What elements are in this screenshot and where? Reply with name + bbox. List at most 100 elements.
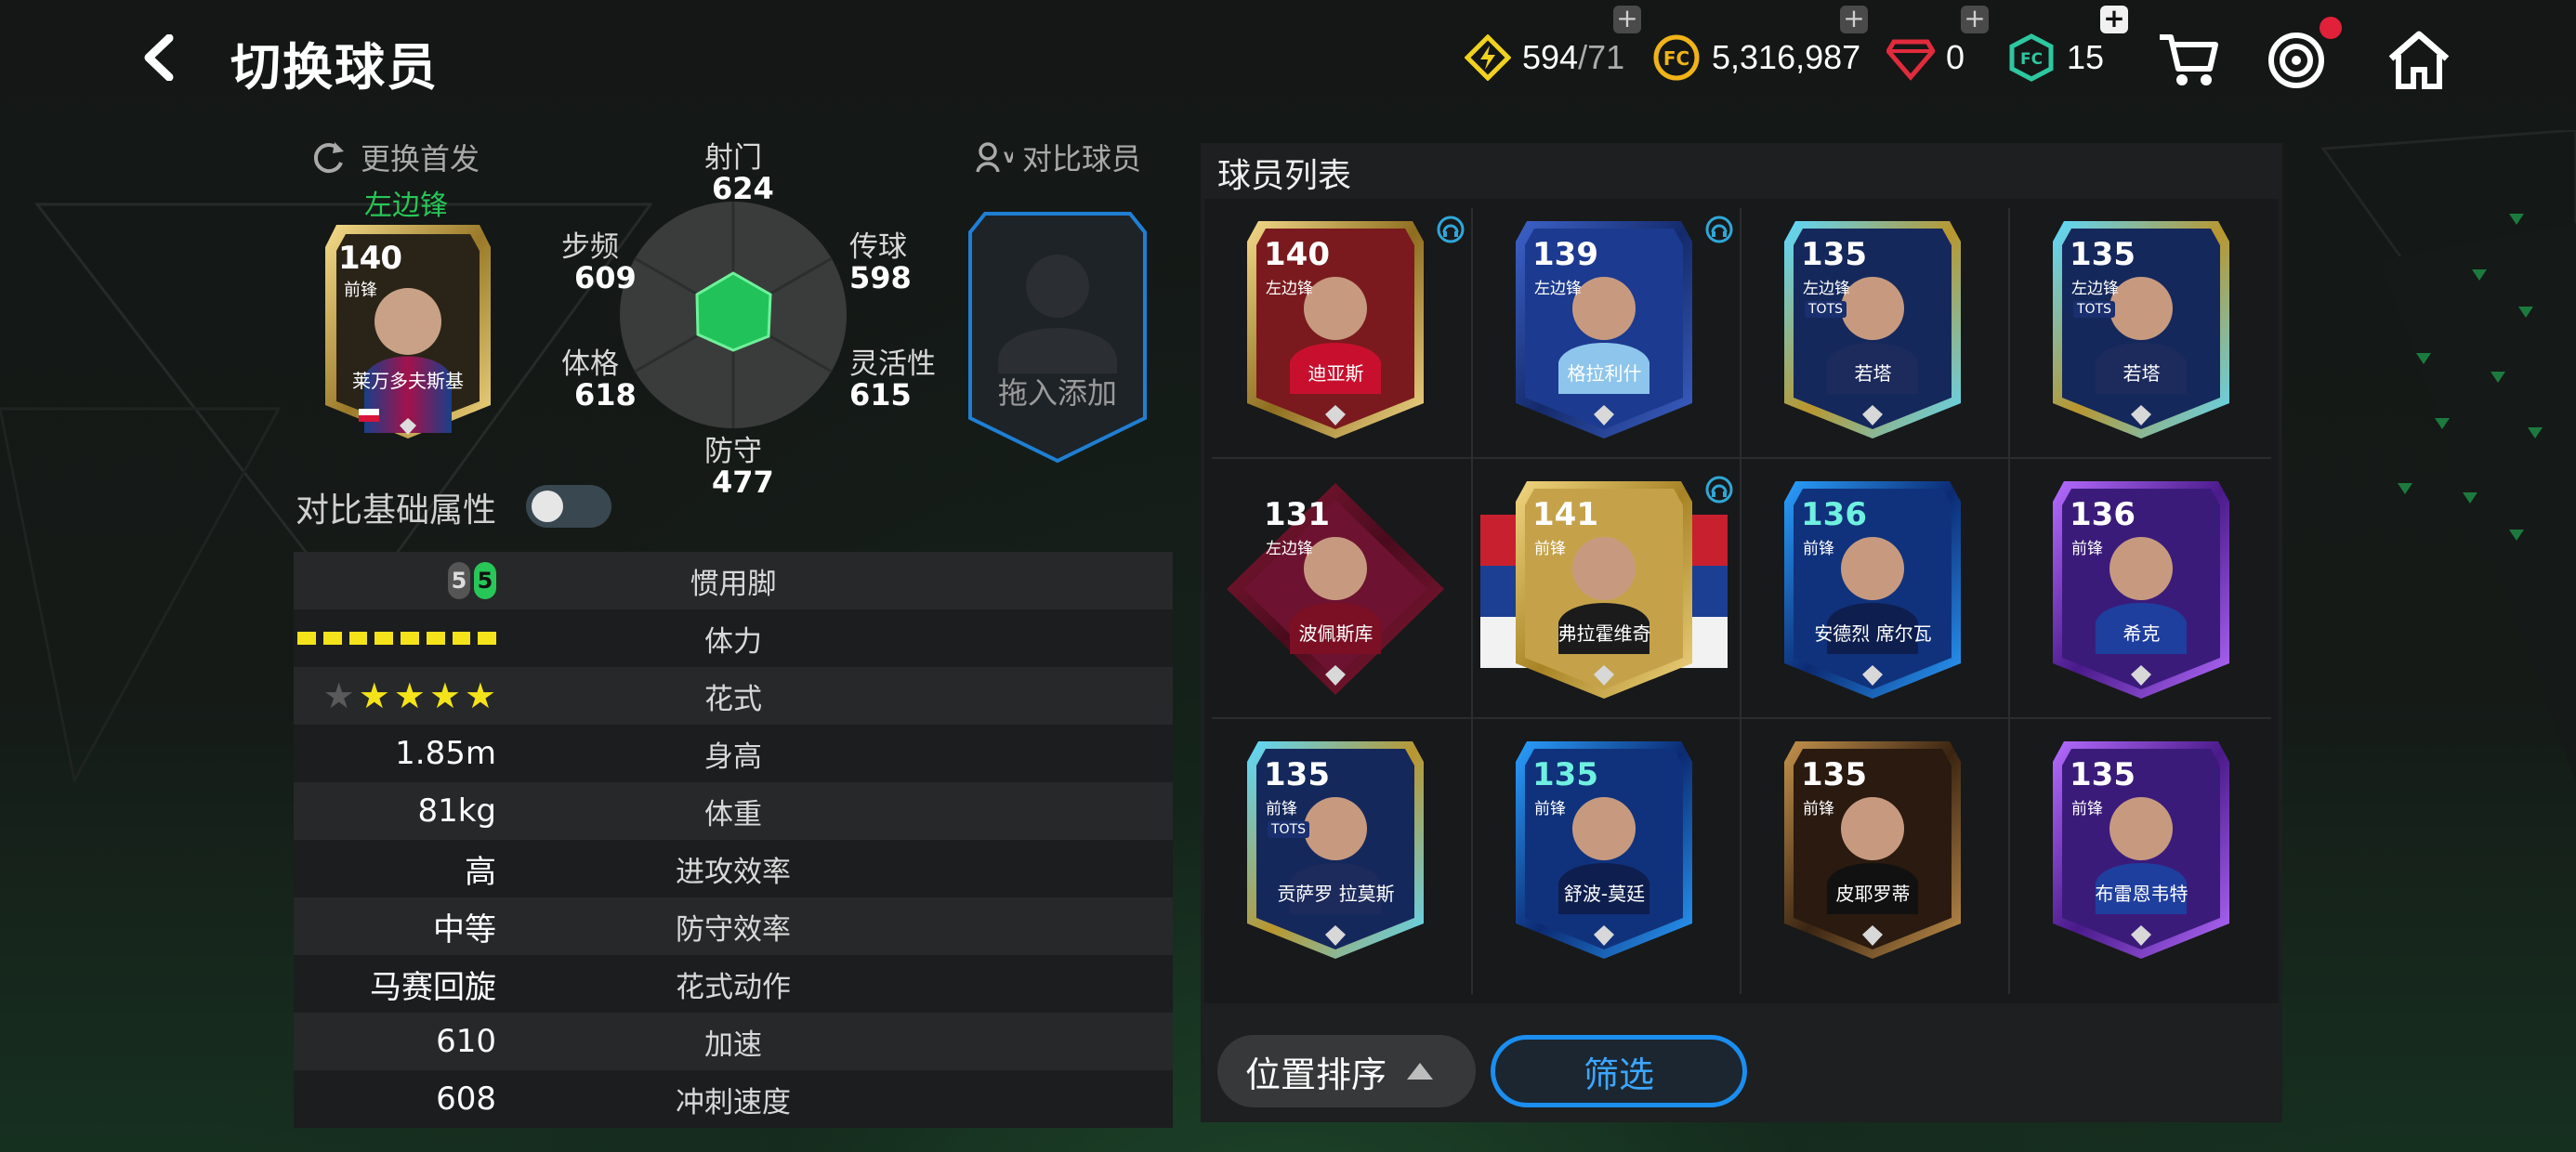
defense-label: 防守 bbox=[704, 435, 762, 468]
compare-base-attr-label: 对比基础属性 bbox=[296, 491, 497, 530]
stamina-segment bbox=[426, 632, 445, 645]
fc-points-icon: FC bbox=[2009, 33, 2054, 82]
skill-move-value: 马赛回旋 bbox=[370, 968, 496, 1006]
player-card[interactable]: 135 前锋 舒波-莫廷 bbox=[1473, 719, 1736, 977]
defense-workrate-label: 防守效率 bbox=[676, 912, 791, 947]
attr-row-height: 1.85m 身高 bbox=[294, 725, 1173, 782]
player-position: 前锋 bbox=[2071, 800, 2103, 818]
player-card[interactable]: 135 前锋 TOTS 贡萨罗 拉莫斯 bbox=[1204, 719, 1467, 977]
attr-row-attack-workrate: 高 进攻效率 bbox=[294, 840, 1173, 897]
card-frame bbox=[1784, 221, 1961, 439]
player-rating: 141 bbox=[1532, 496, 1598, 533]
card-frame bbox=[1247, 221, 1424, 439]
headphones-icon bbox=[1705, 476, 1733, 504]
gems-value: 0 bbox=[1946, 38, 1965, 76]
energy-icon bbox=[1465, 34, 1511, 81]
physical-label: 体格 bbox=[561, 347, 619, 381]
notification-dot bbox=[2320, 17, 2342, 39]
stamina-bars bbox=[294, 632, 496, 645]
filter-button[interactable]: 筛选 bbox=[1491, 1035, 1747, 1107]
attack-workrate-value: 高 bbox=[465, 853, 496, 891]
card-player-name: 莱万多夫斯基 bbox=[352, 370, 464, 392]
stamina-segment bbox=[297, 632, 316, 645]
swap-starter-button[interactable]: 更换首发 bbox=[310, 136, 480, 178]
current-player-card[interactable]: 140 前锋 莱万多夫斯基 bbox=[318, 219, 498, 442]
position-sort-button[interactable]: 位置排序 bbox=[1217, 1035, 1476, 1107]
player-position: 前锋 bbox=[1803, 800, 1834, 818]
player-card[interactable]: 131 左边锋 波佩斯库 bbox=[1204, 459, 1467, 717]
player-card[interactable]: 139 左边锋 格拉利什 bbox=[1473, 199, 1736, 457]
player-card[interactable]: 141 前锋 弗拉霍维奇 bbox=[1473, 459, 1736, 717]
attr-row-skill: ★ ★ ★ ★ ★ 花式 bbox=[294, 667, 1173, 725]
attribute-table: 5 5 惯用脚 体力 ★ ★ ★ ★ ★ 花式 1.85m 身高 81kg 体重 高 进… bbox=[294, 552, 1173, 1128]
coins-resource: FC 5,316,987 bbox=[1652, 28, 1860, 87]
player-position: 前锋 bbox=[1534, 800, 1566, 818]
chevron-left-icon bbox=[144, 34, 174, 81]
player-rating: 135 bbox=[1801, 756, 1867, 793]
shop-button[interactable] bbox=[2154, 26, 2223, 95]
physical-value: 618 bbox=[574, 377, 637, 412]
refresh-icon bbox=[313, 142, 344, 173]
fc-points-value: 15 bbox=[2067, 38, 2105, 76]
player-position: 左边锋 bbox=[2071, 280, 2119, 298]
add-gems-button[interactable]: + bbox=[1961, 6, 1989, 33]
objectives-button[interactable] bbox=[2262, 26, 2331, 95]
stamina-segment bbox=[322, 632, 342, 645]
player-name: 若塔 bbox=[2123, 362, 2161, 385]
tots-badge: TOTS bbox=[1268, 821, 1310, 838]
tots-badge: TOTS bbox=[2073, 301, 2116, 318]
player-name: 希克 bbox=[2123, 622, 2161, 645]
add-energy-button[interactable]: + bbox=[1613, 6, 1641, 33]
player-position: 前锋 bbox=[1266, 800, 1297, 818]
player-card[interactable]: 135 左边锋 TOTS 若塔 bbox=[2010, 199, 2273, 457]
attr-row-foot: 5 5 惯用脚 bbox=[294, 552, 1173, 609]
pace-label: 步频 bbox=[561, 230, 619, 264]
add-fc-points-button[interactable]: + bbox=[2100, 6, 2128, 33]
player-name: 波佩斯库 bbox=[1298, 622, 1373, 645]
attr-row-stamina: 体力 bbox=[294, 609, 1173, 667]
card-rating: 140 bbox=[338, 240, 402, 277]
player-position: 前锋 bbox=[1534, 540, 1566, 558]
player-rating: 135 bbox=[2070, 756, 2136, 793]
energy-value: 594 bbox=[1522, 38, 1579, 76]
compare-base-attr-toggle[interactable] bbox=[526, 485, 611, 528]
skill-label: 花式 bbox=[704, 682, 762, 716]
card-frame bbox=[1247, 741, 1424, 959]
headphones-icon bbox=[1437, 216, 1465, 243]
card-frame bbox=[1784, 741, 1961, 959]
card-frame bbox=[1516, 741, 1692, 959]
toggle-knob bbox=[532, 491, 563, 522]
player-position: 左边锋 bbox=[1266, 540, 1313, 558]
svg-text:FC: FC bbox=[2020, 50, 2043, 69]
fc-points-resource: FC 15 bbox=[2007, 28, 2104, 87]
player-grid[interactable]: 140左边锋迪亚斯 139左边锋格拉利什 135左边锋TOTS若塔 bbox=[1204, 199, 2279, 1003]
foot-label: 惯用脚 bbox=[690, 567, 777, 601]
weight-label: 体重 bbox=[704, 797, 762, 831]
player-card[interactable]: 140 左边锋 迪亚斯 bbox=[1204, 199, 1467, 457]
player-card[interactable]: 136 前锋 希克 bbox=[2010, 459, 2273, 717]
page-title: 切换球员 bbox=[230, 38, 439, 97]
player-card[interactable]: 136 前锋 安德烈 席尔瓦 bbox=[1741, 459, 2004, 717]
foot-value: 5 5 bbox=[294, 562, 496, 599]
player-card[interactable]: 135 前锋 皮耶罗蒂 bbox=[1741, 719, 2004, 977]
svg-text:FC: FC bbox=[1663, 47, 1689, 70]
compare-drop-slot[interactable] bbox=[966, 210, 1149, 465]
defense-value: 477 bbox=[712, 465, 774, 500]
attr-row-acceleration: 610 加速 bbox=[294, 1013, 1173, 1070]
compare-player-button[interactable]: VS 对比球员 bbox=[976, 136, 1141, 178]
add-coins-button[interactable]: + bbox=[1840, 6, 1868, 33]
home-button[interactable] bbox=[2385, 26, 2453, 95]
player-name: 贡萨罗 拉莫斯 bbox=[1277, 883, 1395, 905]
shooting-label: 射门 bbox=[704, 141, 762, 175]
acceleration-label: 加速 bbox=[704, 1028, 762, 1062]
card-frame bbox=[1784, 481, 1961, 699]
player-list-title: 球员列表 bbox=[1217, 157, 1352, 195]
player-card[interactable]: 135 左边锋 TOTS 若塔 bbox=[1741, 199, 2004, 457]
player-position: 左边锋 bbox=[1803, 280, 1850, 298]
compare-icon: VS bbox=[976, 142, 1013, 173]
skill-move-label: 花式动作 bbox=[676, 970, 791, 1004]
back-button[interactable] bbox=[130, 28, 186, 87]
player-card[interactable]: 135 前锋 布雷恩韦特 bbox=[2010, 719, 2273, 977]
pace-value: 609 bbox=[574, 260, 637, 295]
star-icon: ★ bbox=[464, 675, 496, 716]
